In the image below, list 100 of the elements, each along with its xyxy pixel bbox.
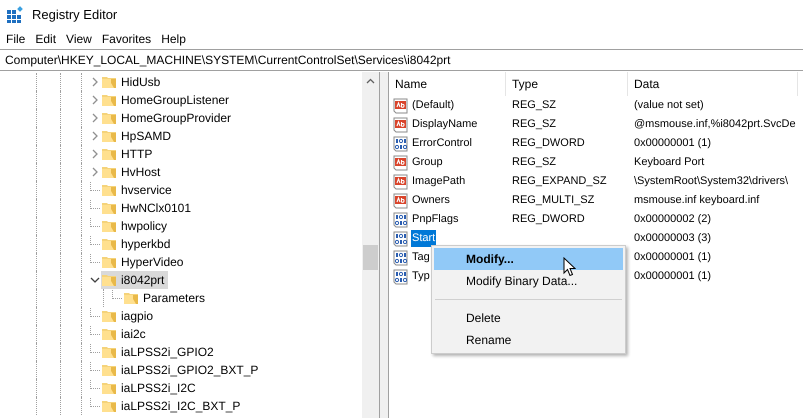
mouse-cursor-icon xyxy=(563,257,576,277)
tree-item[interactable]: iaLPSS2i_I2C_BXT_P xyxy=(101,397,244,415)
folder-icon xyxy=(101,380,117,396)
tree-item[interactable]: hwpolicy xyxy=(101,217,172,235)
string-value-icon xyxy=(393,154,409,170)
folder-icon xyxy=(101,326,117,342)
value-data: 0x00000002 (2) xyxy=(634,213,712,226)
folder-icon xyxy=(101,236,117,252)
expand-chevron-icon[interactable] xyxy=(91,113,99,123)
value-data: 0x00000003 (3) xyxy=(634,232,712,244)
binary-value-icon xyxy=(393,230,409,246)
expand-chevron-icon[interactable] xyxy=(91,167,99,177)
menu-item[interactable]: Help xyxy=(156,30,191,48)
value-name[interactable]: Group xyxy=(411,154,444,171)
menu-item[interactable]: Edit xyxy=(30,30,62,48)
tree-item[interactable]: HomeGroupProvider xyxy=(101,109,236,127)
value-name[interactable]: Owners xyxy=(411,192,451,209)
address-field[interactable]: Computer\HKEY_LOCAL_MACHINE\SYSTEM\CurrentControlSet\Services\i8042prt xyxy=(0,51,450,69)
value-data: 0x00000001 (1) xyxy=(634,251,712,264)
menu-option[interactable]: Rename xyxy=(434,329,623,351)
tree-item[interactable]: HomeGroupListener xyxy=(101,91,234,109)
scroll-thumb[interactable] xyxy=(363,245,378,270)
tree-item[interactable]: i8042prt xyxy=(101,271,168,289)
value-data: 0x00000001 (1) xyxy=(634,270,712,282)
column-header[interactable]: Type xyxy=(512,75,538,93)
value-name[interactable]: Typ xyxy=(411,268,431,285)
folder-icon xyxy=(101,146,117,162)
value-type: REG_EXPAND_SZ xyxy=(512,175,607,188)
value-name[interactable]: Tag xyxy=(411,249,431,266)
column-header[interactable]: Name xyxy=(395,75,428,93)
window-title: Registry Editor xyxy=(32,6,118,24)
collapse-chevron-icon[interactable] xyxy=(90,276,100,284)
value-name[interactable]: PnpFlags xyxy=(411,211,460,228)
expand-chevron-icon[interactable] xyxy=(91,77,99,87)
folder-icon xyxy=(123,290,139,306)
binary-value-icon xyxy=(393,212,409,228)
folder-icon xyxy=(101,164,117,180)
folder-icon xyxy=(101,398,117,414)
menu-item[interactable]: View xyxy=(61,30,97,48)
tree-item[interactable]: hvservice xyxy=(101,181,176,199)
menu-item[interactable]: Favorites xyxy=(96,30,156,48)
value-name[interactable]: DisplayName xyxy=(411,116,478,133)
string-value-icon xyxy=(393,116,409,132)
value-data: 0x00000001 (1) xyxy=(634,137,712,150)
tree-item[interactable]: HpSAMD xyxy=(101,127,176,145)
value-data: Keyboard Port xyxy=(634,156,704,168)
folder-icon xyxy=(101,200,117,216)
expand-chevron-icon[interactable] xyxy=(91,95,99,105)
value-type: REG_SZ xyxy=(512,156,556,168)
folder-icon xyxy=(101,362,117,378)
folder-icon xyxy=(101,254,117,270)
value-name[interactable]: (Default) xyxy=(411,97,456,114)
value-type: REG_DWORD xyxy=(512,137,585,150)
folder-icon xyxy=(101,344,117,360)
menu-option[interactable]: Modify... xyxy=(434,248,623,270)
tree-item[interactable]: HwNClx0101 xyxy=(101,199,196,217)
menu-option[interactable]: Modify Binary Data... xyxy=(434,270,623,292)
value-data: msmouse.inf keyboard.inf xyxy=(634,194,760,206)
value-type: REG_SZ xyxy=(512,99,556,112)
expand-chevron-icon[interactable] xyxy=(91,131,99,141)
value-name[interactable]: ImagePath xyxy=(411,173,466,190)
string-value-icon xyxy=(393,174,409,190)
folder-icon xyxy=(101,272,117,288)
tree-item[interactable]: HidUsb xyxy=(101,73,164,91)
folder-icon xyxy=(101,74,117,90)
tree-item[interactable]: HyperVideo xyxy=(101,253,188,271)
tree-item[interactable]: HTTP xyxy=(101,145,156,163)
value-data: @msmouse.inf,%i8042prt.SvcDe xyxy=(634,118,796,130)
tree-item[interactable]: hyperkbd xyxy=(101,235,174,253)
registry-app-icon xyxy=(6,6,24,24)
menu-item[interactable]: File xyxy=(1,30,30,48)
binary-value-icon xyxy=(393,250,409,266)
value-name[interactable]: Start xyxy=(411,230,436,247)
string-value-icon xyxy=(393,98,409,114)
tree-item[interactable]: iaLPSS2i_GPIO2_BXT_P xyxy=(101,361,262,379)
column-header[interactable]: Data xyxy=(634,75,660,93)
tree-item[interactable]: iaLPSS2i_I2C xyxy=(101,379,200,397)
value-type: REG_DWORD xyxy=(512,213,585,226)
binary-value-icon xyxy=(393,268,409,284)
scrollbar[interactable] xyxy=(362,72,379,418)
scroll-up-icon[interactable] xyxy=(366,78,375,84)
tree-item[interactable]: iai2c xyxy=(101,325,150,343)
folder-icon xyxy=(101,308,117,324)
tree-item[interactable]: HvHost xyxy=(101,163,164,181)
binary-value-icon xyxy=(393,136,409,152)
tree-item[interactable]: Parameters xyxy=(123,289,210,307)
value-data: (value not set) xyxy=(634,99,704,112)
folder-icon xyxy=(101,128,117,144)
value-name[interactable]: ErrorControl xyxy=(411,135,473,152)
tree-item[interactable]: iaLPSS2i_GPIO2 xyxy=(101,343,218,361)
tree-item[interactable]: iagpio xyxy=(101,307,158,325)
expand-chevron-icon[interactable] xyxy=(91,149,99,159)
folder-icon xyxy=(101,110,117,126)
string-value-icon xyxy=(393,192,409,208)
folder-icon xyxy=(101,218,117,234)
folder-icon xyxy=(101,182,117,198)
menu-option[interactable]: Delete xyxy=(434,307,623,329)
folder-icon xyxy=(101,92,117,108)
value-type: REG_MULTI_SZ xyxy=(512,194,594,206)
value-data: \SystemRoot\System32\drivers\ xyxy=(634,175,788,188)
